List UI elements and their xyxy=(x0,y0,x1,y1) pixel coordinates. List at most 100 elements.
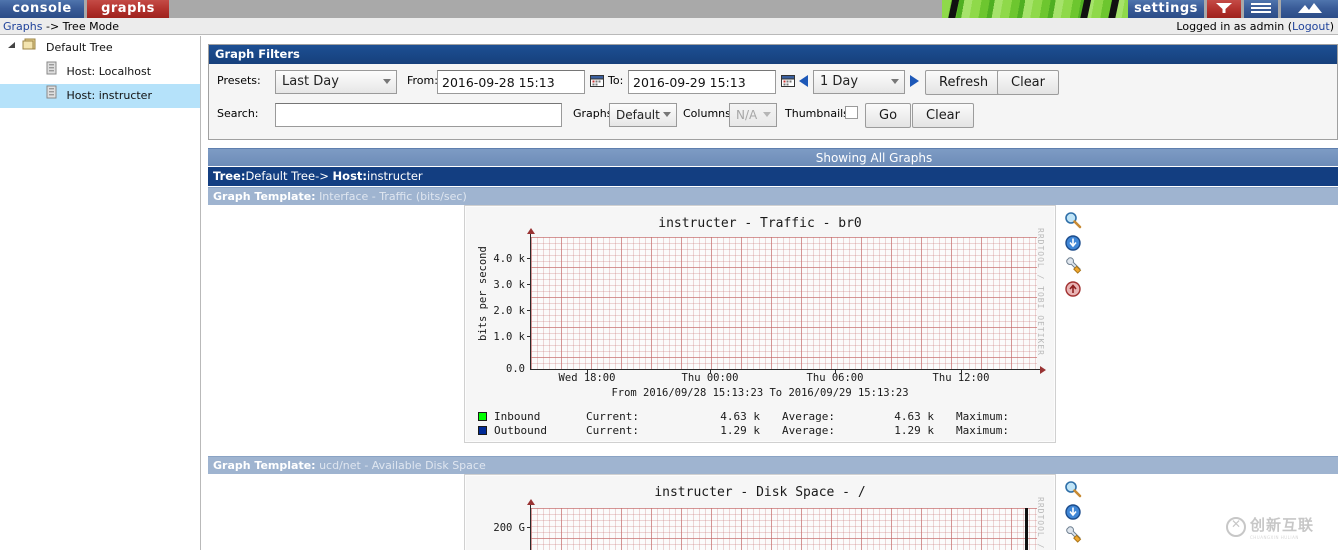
folder-icon xyxy=(22,36,37,60)
breadcrumb-current: Tree Mode xyxy=(62,20,120,33)
shift-time-back-button[interactable] xyxy=(799,75,808,87)
nav-tab-settings[interactable]: settings xyxy=(1128,0,1204,18)
site-watermark-logo: 创新互联 CHUANGXIN HULIAN xyxy=(1226,512,1330,542)
chevron-down-icon xyxy=(763,112,771,117)
rrd-x-axis-arrow xyxy=(1040,366,1046,374)
from-calendar-icon[interactable] xyxy=(590,74,604,88)
watermark-text: 创新互联 xyxy=(1250,516,1315,534)
breadcrumb-separator: -> xyxy=(42,20,63,33)
rrd-y-tick: 4.0 k xyxy=(493,253,525,265)
nav-tab-graphs[interactable]: graphs xyxy=(87,0,169,18)
mountains-graph-icon xyxy=(1297,3,1322,13)
rrd-time-range: From 2016/09/28 15:13:23 To 2016/09/29 1… xyxy=(611,387,909,399)
tree-expander-icon[interactable] xyxy=(4,36,18,60)
legend-swatch-inbound xyxy=(478,412,487,421)
graphs-select[interactable]: Default xyxy=(609,103,677,127)
login-status-text: Logged in as admin ( xyxy=(1176,20,1293,33)
sidebar-item-default-tree[interactable]: Default Tree xyxy=(0,36,200,60)
breadcrumb: Graphs -> Tree Mode xyxy=(3,20,119,33)
go-button[interactable]: Go xyxy=(865,103,912,128)
banner-stripe xyxy=(1107,0,1120,18)
search-input[interactable] xyxy=(275,103,562,127)
tree-path-arrow: -> xyxy=(315,169,333,183)
rrd-y-axis-arrow xyxy=(527,228,535,234)
rrd-graph-disk-space[interactable]: instructer - Disk Space - / RRDTOOL / TO… xyxy=(464,474,1056,550)
rrd-x-tick: Thu 00:00 xyxy=(681,372,739,384)
sidebar-item-host-instructer[interactable]: Host: instructer xyxy=(0,84,200,108)
legend-series-name: Outbound xyxy=(494,424,547,437)
tree-icon xyxy=(1216,3,1232,13)
legend-maximum-value: 4.63 k xyxy=(1030,410,1055,423)
rrd-watermark: RRDTOOL / TOBI OETIKER xyxy=(1036,228,1045,356)
nav-tab-console[interactable]: console xyxy=(0,0,84,18)
zoom-graph-icon[interactable] xyxy=(1064,480,1082,498)
legend-current-value: 1.29 k xyxy=(720,424,760,437)
login-status: Logged in as admin (Logout) xyxy=(1176,20,1334,33)
nav-tab-list-view[interactable] xyxy=(1244,0,1278,18)
banner-stripe xyxy=(947,0,960,18)
refresh-button[interactable]: Refresh xyxy=(925,70,1003,95)
rrd-y-tick: 0.0 xyxy=(506,363,525,375)
legend-average-label: Average: xyxy=(782,424,835,437)
rrd-x-tick-mark xyxy=(835,369,836,373)
rrd-graph-title: instructer - Traffic - br0 xyxy=(658,216,862,231)
from-date-input[interactable] xyxy=(437,70,585,94)
graph-template-name: ucd/net - Available Disk Space xyxy=(319,459,486,472)
graph-source-icon[interactable] xyxy=(1064,280,1082,298)
legend-current-label: Current: xyxy=(586,410,639,423)
rrd-y-tick: 1.0 k xyxy=(493,331,525,343)
header-banner-graphic xyxy=(942,0,1128,18)
nav-tab-tree-view[interactable] xyxy=(1207,0,1241,18)
thumbnails-label: Thumbnails: xyxy=(785,107,853,120)
graph-properties-icon[interactable] xyxy=(1064,526,1082,544)
nav-tab-preview-view[interactable] xyxy=(1281,0,1338,18)
clear-search-button[interactable]: Clear xyxy=(912,103,974,128)
graph-actions-2 xyxy=(1064,480,1086,549)
to-date-input[interactable] xyxy=(628,70,776,94)
from-label: From: xyxy=(407,74,438,87)
sidebar-item-host-localhost[interactable]: Host: Localhost xyxy=(0,60,200,84)
presets-select[interactable]: Last Day xyxy=(275,70,397,94)
chevron-down-icon xyxy=(383,79,391,84)
watermark-subtext: CHUANGXIN HULIAN xyxy=(1250,535,1299,540)
rrd-x-tick: Wed 18:00 xyxy=(558,372,616,384)
thumbnails-checkbox[interactable] xyxy=(845,106,858,119)
list-lines-icon xyxy=(1251,3,1271,13)
breadcrumb-link-graphs[interactable]: Graphs xyxy=(3,20,42,33)
login-status-paren: ) xyxy=(1329,20,1334,33)
filter-row-search: Search: Graphs: Default Columns: N/A Thu… xyxy=(209,98,1337,132)
shift-time-forward-button[interactable] xyxy=(910,75,919,87)
rrd-y-tick-mark xyxy=(527,527,531,528)
rrd-graph-traffic[interactable]: instructer - Traffic - br0 bits per seco… xyxy=(464,205,1056,443)
zoom-graph-icon[interactable] xyxy=(1064,211,1082,229)
columns-select[interactable]: N/A xyxy=(729,103,777,127)
columns-label: Columns: xyxy=(683,107,735,120)
search-label: Search: xyxy=(217,107,259,120)
logout-link[interactable]: Logout xyxy=(1292,20,1330,33)
graph-actions-1 xyxy=(1064,211,1086,303)
tree-sidebar[interactable]: Default Tree Host: Localhost Host: instr… xyxy=(0,36,201,550)
rrd-x-tick: Thu 06:00 xyxy=(806,372,864,384)
sidebar-item-label: Host: Localhost xyxy=(66,65,152,78)
csv-export-icon[interactable] xyxy=(1064,234,1082,252)
to-calendar-icon[interactable] xyxy=(781,74,795,88)
watermark-ring-icon xyxy=(1226,517,1246,537)
legend-maximum-label: Maximum: xyxy=(956,410,1009,423)
main-content: Graph Filters Presets: Last Day From: 20… xyxy=(202,36,1338,550)
graph-template-bar-1: Graph Template: Interface - Traffic (bit… xyxy=(208,187,1338,205)
csv-export-icon[interactable] xyxy=(1064,503,1082,521)
graph-properties-icon[interactable] xyxy=(1064,257,1082,275)
clear-dates-button[interactable]: Clear xyxy=(997,70,1059,95)
filter-row-dates: Presets: Last Day From: To: xyxy=(209,64,1337,98)
timespan-select[interactable]: 1 Day xyxy=(813,70,905,94)
chevron-down-icon xyxy=(891,79,899,84)
legend-swatch-outbound xyxy=(478,426,487,435)
rrd-y-tick-mark xyxy=(527,336,531,337)
graph-container-1: instructer - Traffic - br0 bits per seco… xyxy=(208,205,1338,455)
legend-average-value: 4.63 k xyxy=(894,410,934,423)
graph-container-2: instructer - Disk Space - / RRDTOOL / TO… xyxy=(208,474,1338,550)
rrd-watermark: RRDTOOL / TOBI OETIKER xyxy=(1036,497,1045,550)
presets-label: Presets: xyxy=(217,74,261,87)
host-icon xyxy=(46,84,57,108)
legend-average-value: 1.29 k xyxy=(894,424,934,437)
